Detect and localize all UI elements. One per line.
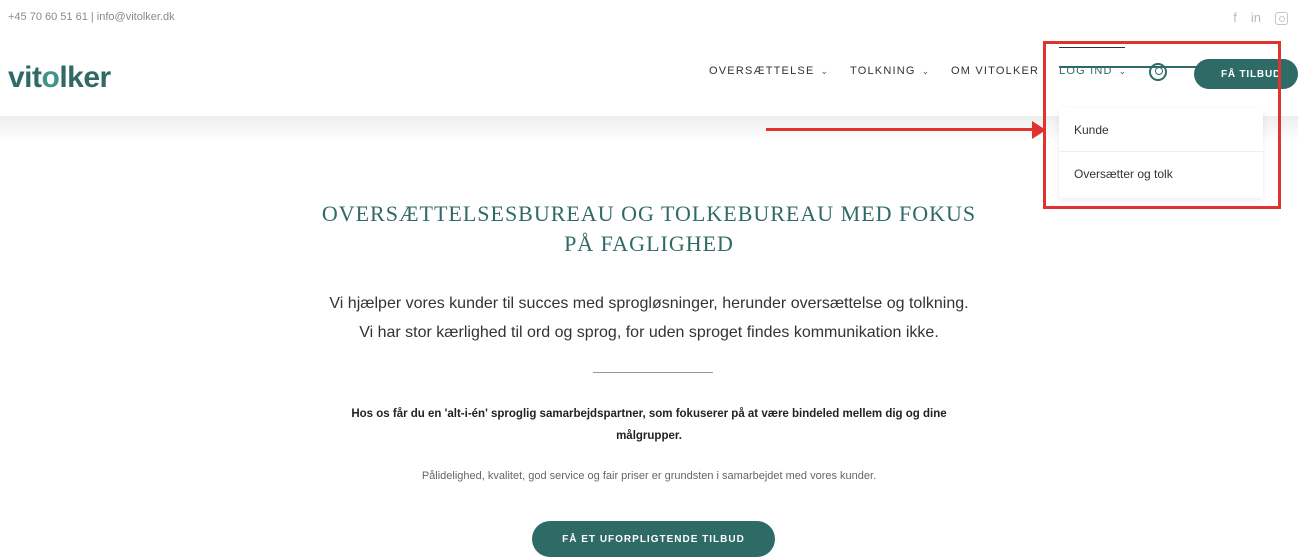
hero-title: OVERSÆTTELSESBUREAU OG TOLKEBUREAU MED F… bbox=[321, 201, 977, 256]
linkedin-icon[interactable]: in bbox=[1251, 10, 1261, 26]
annotation-arrow-line bbox=[766, 128, 1042, 131]
vitolker-logo[interactable]: vitolker bbox=[8, 61, 111, 95]
section-divider bbox=[593, 372, 713, 373]
facebook-icon[interactable]: f bbox=[1233, 10, 1237, 26]
hero-small-text: Pålidelighed, kvalitet, god service og f… bbox=[421, 470, 877, 482]
chevron-down-icon: ⌄ bbox=[820, 66, 830, 76]
nav-item-oversaettelse[interactable]: OVERSÆTTELSE ⌄ bbox=[709, 65, 829, 77]
top-bar: +45 70 60 51 61 | info@vitolker.dk f in bbox=[0, 0, 1298, 40]
annotation-highlight-box bbox=[1043, 41, 1281, 209]
nav-item-om-vitolker[interactable]: OM VITOLKER bbox=[951, 65, 1039, 77]
social-links: f in bbox=[1233, 10, 1288, 26]
hero-intro: Vi hjælper vores kunder til succes med s… bbox=[329, 295, 969, 341]
instagram-icon[interactable] bbox=[1275, 11, 1288, 25]
nav-item-tolkning[interactable]: TOLKNING ⌄ bbox=[850, 65, 930, 77]
chevron-down-icon: ⌄ bbox=[921, 66, 931, 76]
contact-info[interactable]: +45 70 60 51 61 | info@vitolker.dk bbox=[8, 11, 175, 23]
annotation-arrow-head bbox=[1032, 121, 1046, 139]
get-free-quote-button[interactable]: FÅ ET UFORPLIGTENDE TILBUD bbox=[532, 521, 775, 557]
hero-bold-text: Hos os får du en 'alt-i-én' sproglig sam… bbox=[351, 408, 947, 442]
